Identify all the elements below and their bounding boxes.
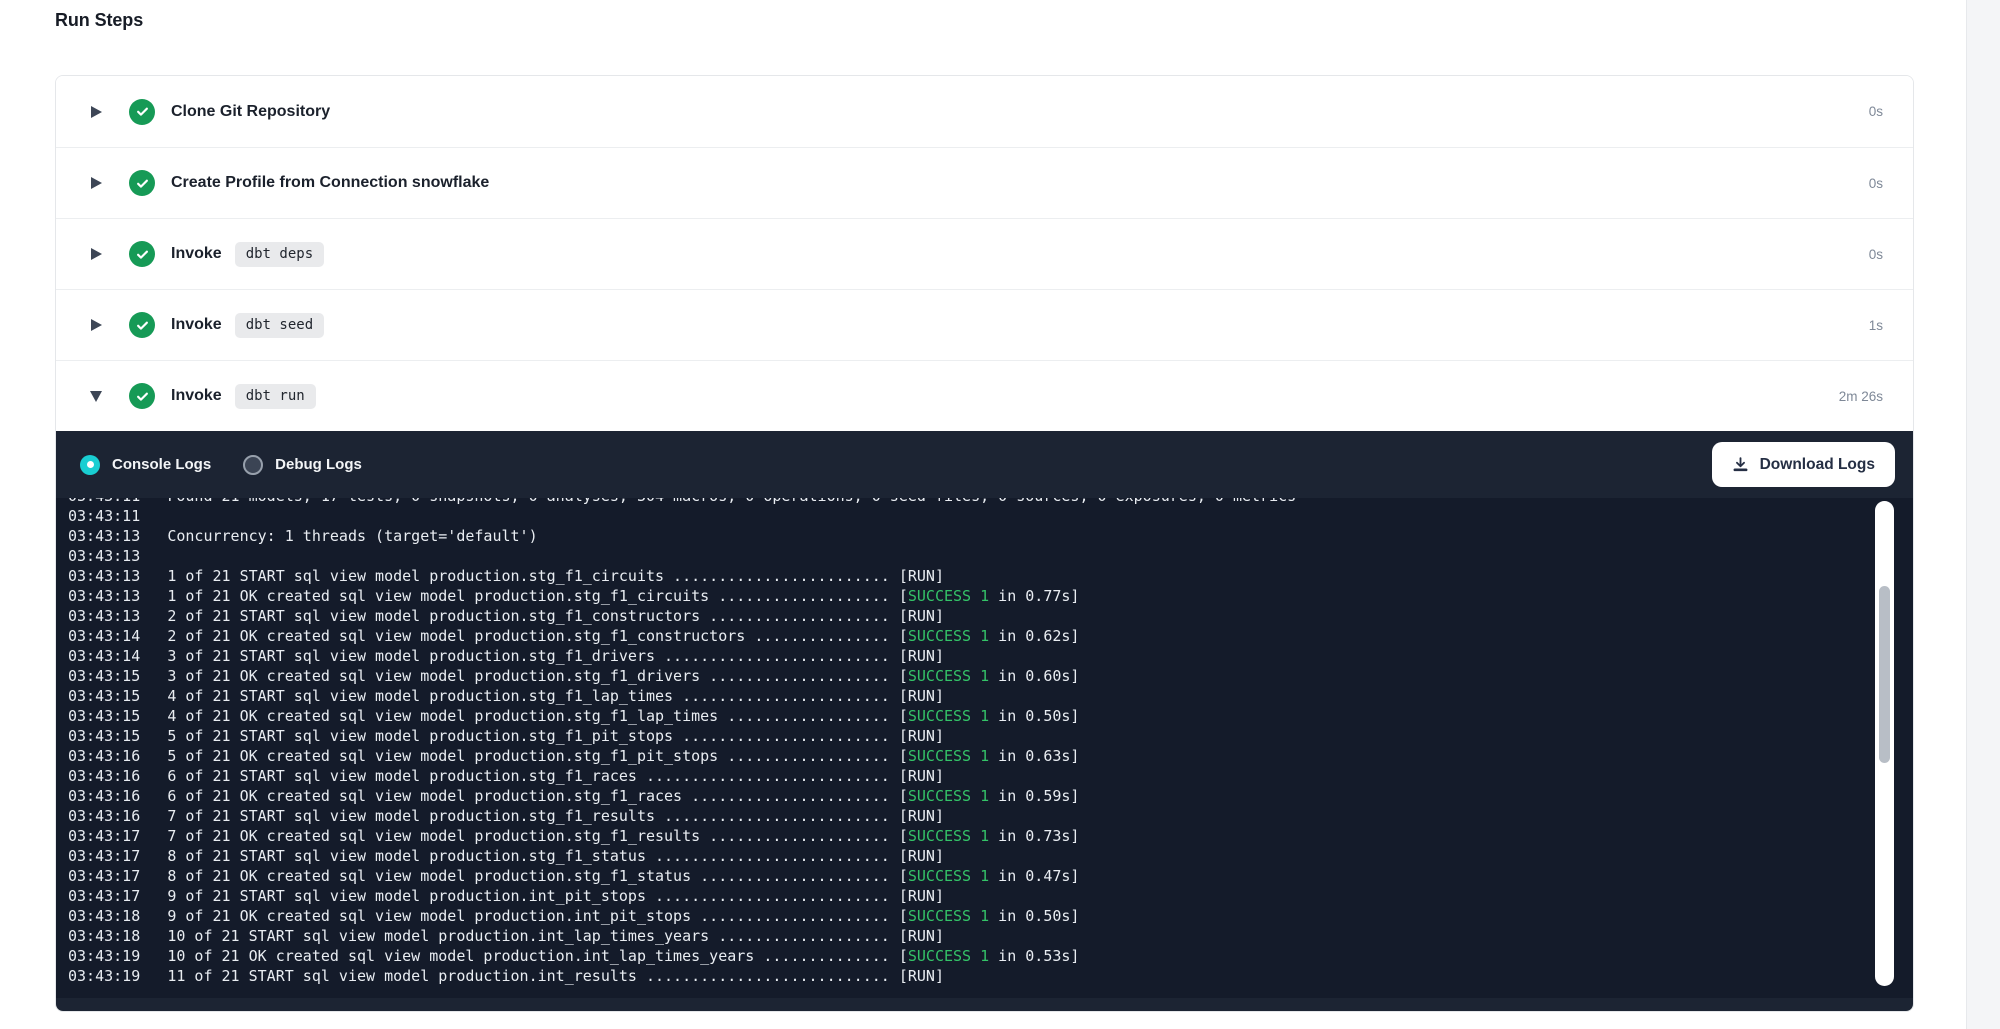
log-line: 03:43:18 9 of 21 OK created sql view mod… (68, 906, 1913, 926)
chevron-right-icon[interactable] (89, 106, 103, 118)
run-steps-card: Clone Git Repository0sCreate Profile fro… (55, 75, 1914, 1012)
step-label: Clone Git Repository (171, 103, 330, 121)
log-line: 03:43:13 1 of 21 START sql view model pr… (68, 566, 1913, 586)
step-duration: 0s (1869, 176, 1883, 191)
log-type-radio-group: Console Logs Debug Logs (80, 455, 362, 475)
run-step-row[interactable]: Invoke dbt deps 0s (56, 218, 1913, 289)
log-line: 03:43:13 2 of 21 START sql view model pr… (68, 606, 1913, 626)
log-line: 03:43:13 1 of 21 OK created sql view mod… (68, 586, 1913, 606)
log-line: 03:43:16 5 of 21 OK created sql view mod… (68, 746, 1913, 766)
radio-label: Debug Logs (275, 456, 362, 473)
caret-triangle (90, 391, 102, 402)
log-line: 03:43:17 9 of 21 START sql view model pr… (68, 886, 1913, 906)
log-line: 03:43:15 4 of 21 START sql view model pr… (68, 686, 1913, 706)
step-duration: 1s (1869, 318, 1883, 333)
log-line: 03:43:17 8 of 21 OK created sql view mod… (68, 866, 1913, 886)
caret-triangle (91, 248, 102, 260)
log-line: 03:43:11 Found 21 models, 17 tests, 0 sn… (68, 498, 1913, 506)
success-check-icon (129, 241, 155, 267)
radio-label: Console Logs (112, 456, 211, 473)
step-label: Invoke (171, 387, 222, 405)
step-label: Create Profile from Connection snowflake (171, 174, 489, 192)
log-scrollbar-track[interactable] (1875, 501, 1894, 986)
log-line: 03:43:13 (68, 546, 1913, 566)
download-logs-button[interactable]: Download Logs (1712, 442, 1895, 487)
log-line: 03:43:15 5 of 21 START sql view model pr… (68, 726, 1913, 746)
log-line: 03:43:13 Concurrency: 1 threads (target=… (68, 526, 1913, 546)
log-line: 03:43:14 3 of 21 START sql view model pr… (68, 646, 1913, 666)
radio-icon (80, 455, 100, 475)
log-line: 03:43:19 10 of 21 OK created sql view mo… (68, 946, 1913, 966)
step-duration: 0s (1869, 104, 1883, 119)
chevron-down-icon[interactable] (89, 391, 103, 402)
run-step-row[interactable]: Invoke dbt seed 1s (56, 289, 1913, 360)
console-log-output[interactable]: 03:43:11 Found 21 models, 17 tests, 0 sn… (56, 498, 1913, 998)
page-title: Run Steps (55, 10, 143, 31)
log-line: 03:43:18 10 of 21 START sql view model p… (68, 926, 1913, 946)
run-steps-screen: Run Steps Clone Git Repository0sCreate P… (0, 0, 2000, 1029)
success-check-icon (129, 312, 155, 338)
success-check-icon (129, 383, 155, 409)
log-line: 03:43:15 4 of 21 OK created sql view mod… (68, 706, 1913, 726)
log-line: 03:43:19 11 of 21 START sql view model p… (68, 966, 1913, 986)
log-line: 03:43:16 6 of 21 START sql view model pr… (68, 766, 1913, 786)
step-duration: 0s (1869, 247, 1883, 262)
run-step-row[interactable]: Invoke dbt run 2m 26s (56, 360, 1913, 431)
log-line: 03:43:16 7 of 21 START sql view model pr… (68, 806, 1913, 826)
step-command-chip: dbt run (235, 384, 316, 409)
log-line: 03:43:16 6 of 21 OK created sql view mod… (68, 786, 1913, 806)
log-lines: 03:43:11 Found 21 models, 17 tests, 0 sn… (68, 498, 1913, 986)
log-panel-header: Console Logs Debug Logs Download Logs (56, 431, 1913, 498)
log-line: 03:43:14 2 of 21 OK created sql view mod… (68, 626, 1913, 646)
step-duration: 2m 26s (1839, 389, 1883, 404)
step-command-chip: dbt deps (235, 242, 324, 267)
debug-logs-radio[interactable]: Debug Logs (243, 455, 362, 475)
step-command-chip: dbt seed (235, 313, 324, 338)
console-logs-radio[interactable]: Console Logs (80, 455, 211, 475)
chevron-right-icon[interactable] (89, 248, 103, 260)
run-step-row[interactable]: Create Profile from Connection snowflake… (56, 147, 1913, 218)
step-label: Invoke (171, 245, 222, 263)
log-line: 03:43:11 (68, 506, 1913, 526)
log-panel: Console Logs Debug Logs Download Logs 03:… (56, 431, 1913, 1011)
log-line: 03:43:15 3 of 21 OK created sql view mod… (68, 666, 1913, 686)
download-icon (1732, 456, 1749, 473)
radio-icon (243, 455, 263, 475)
log-line: 03:43:17 7 of 21 OK created sql view mod… (68, 826, 1913, 846)
page-right-gutter (1966, 0, 2000, 1029)
chevron-right-icon[interactable] (89, 319, 103, 331)
caret-triangle (91, 106, 102, 118)
log-scrollbar-thumb[interactable] (1879, 586, 1890, 763)
step-label: Invoke (171, 316, 222, 334)
run-step-row[interactable]: Clone Git Repository 0s (56, 76, 1913, 147)
chevron-right-icon[interactable] (89, 177, 103, 189)
step-list: Clone Git Repository0sCreate Profile fro… (56, 76, 1913, 431)
caret-triangle (91, 177, 102, 189)
success-check-icon (129, 170, 155, 196)
success-check-icon (129, 99, 155, 125)
caret-triangle (91, 319, 102, 331)
download-logs-label: Download Logs (1760, 456, 1875, 474)
log-line: 03:43:17 8 of 21 START sql view model pr… (68, 846, 1913, 866)
